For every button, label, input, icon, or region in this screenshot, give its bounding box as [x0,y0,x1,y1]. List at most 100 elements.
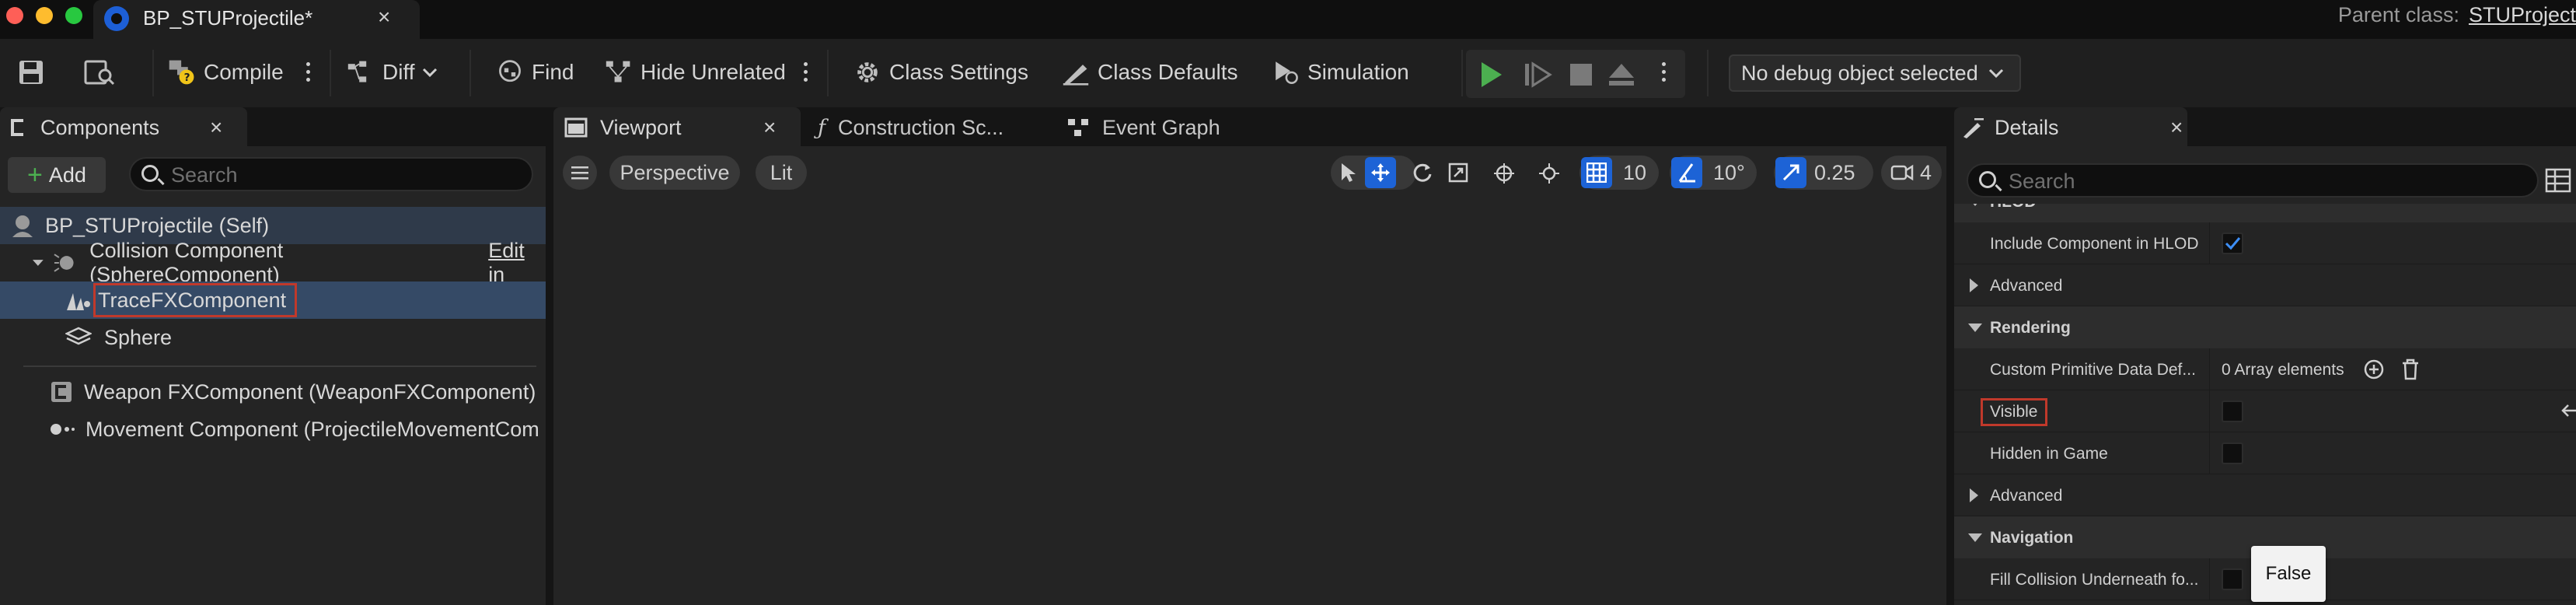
expand-arrow-icon [1970,278,1978,292]
minimize-window-button[interactable] [36,7,53,24]
category-hlod[interactable]: HLOD [1954,204,2576,222]
rotation-snap-control[interactable]: 10° [1670,156,1757,190]
include-hlod-checkbox[interactable] [2222,233,2243,254]
asset-tab-close-icon[interactable]: × [378,5,390,30]
view-options-icon[interactable] [2545,168,2571,193]
play-options-button[interactable] [1662,62,1667,86]
parent-class: Parent class: STUProject [2338,3,2576,27]
array-elements-count: 0 Array elements [2222,361,2344,379]
viewport-close-icon[interactable]: × [763,115,776,140]
add-component-button[interactable]: + Add [8,157,106,193]
viewport-tab-label: Viewport [600,115,682,139]
tab-components[interactable]: Components × [0,107,247,148]
stop-icon[interactable] [1569,62,1593,87]
collapse-arrow-icon [1968,323,1982,332]
add-label: Add [48,163,86,187]
hide-unrelated-button[interactable]: Hide Unrelated [605,53,786,92]
step-icon[interactable] [1522,61,1553,89]
tree-item-sphere[interactable]: Sphere [0,319,546,356]
rotate-icon[interactable] [1412,162,1433,184]
diff-icon [347,61,367,82]
components-close-icon[interactable]: × [210,115,222,140]
category-label: Rendering [1990,319,2071,337]
perspective-button[interactable]: Perspective [609,156,740,190]
static-mesh-icon [65,327,92,345]
class-defaults-label: Class Defaults [1098,60,1238,84]
scale-icon[interactable] [1447,162,1469,184]
tab-event-graph[interactable]: Event Graph [1059,107,1261,148]
components-search-input[interactable]: Search [129,157,533,191]
row-visible: Visible [1954,390,2576,432]
class-settings-button[interactable]: Class Settings [853,53,1028,92]
expand-arrow-icon[interactable] [31,258,45,268]
add-element-icon[interactable] [2363,358,2385,380]
find-button[interactable]: Find [496,53,574,92]
angle-icon [1678,163,1695,183]
tree-item-label: Collision Component (SphereComponent) [89,239,284,286]
category-rendering[interactable]: Rendering [1954,306,2576,348]
asset-tab-title: BP_STUProjectile* [143,6,313,30]
save-icon [19,61,43,84]
maximize-window-button[interactable] [65,7,82,24]
tree-item-movement[interactable]: Movement Component (ProjectileMovementCo… [0,411,546,448]
edit-in-cpp-link[interactable]: Edit in [488,239,546,287]
property-grid: HLOD Include Component in HLOD Advanced … [1954,204,2576,605]
surface-snap-icon[interactable] [1538,162,1561,185]
tree-item-label: BP_STUProjectile (Self) [45,213,270,237]
debug-object-label: No debug object selected [1741,61,1978,85]
trash-icon[interactable] [2400,358,2421,381]
fill-collision-checkbox[interactable] [2222,568,2243,590]
find-icon [499,60,521,82]
tab-viewport[interactable]: Viewport × [553,107,801,148]
chevron-down-icon [422,68,437,78]
property-label: Custom Primitive Data Def... [1990,361,2196,379]
simulation-button[interactable]: Simulation [1272,53,1409,92]
rotation-snap-value: 10° [1713,160,1745,184]
move-tool-button[interactable] [1365,157,1396,188]
visible-highlight [1981,398,2047,426]
asset-tab[interactable]: BP_STUProjectile* × [93,0,420,39]
row-hidden-in-game: Hidden in Game [1954,432,2576,474]
browse-button[interactable] [84,53,115,92]
debug-object-dropdown[interactable]: No debug object selected [1729,54,2021,92]
tab-construction-script[interactable]: ƒ Construction Sc... [810,107,1043,148]
actor-component-icon [51,382,72,402]
play-icon[interactable] [1475,59,1506,90]
grid-snap-toggle[interactable] [1581,157,1612,188]
save-button[interactable] [17,53,45,92]
row-advanced-2[interactable]: Advanced [1954,474,2576,516]
grid-icon [1586,163,1607,183]
details-search-input[interactable]: Search [1967,163,2539,198]
grid-snap-control[interactable]: 10 [1579,156,1659,190]
tab-details[interactable]: Details × [1954,107,2187,148]
gear-icon [857,62,878,82]
world-local-icon[interactable] [1492,162,1516,185]
details-tabbar: Details × [1954,107,2576,148]
scale-snap-control[interactable]: 0.25 [1774,156,1873,190]
row-advanced-1[interactable]: Advanced [1954,264,2576,306]
expand-arrow-icon [1970,488,1978,502]
close-window-button[interactable] [6,7,23,24]
diff-button[interactable]: Diff [347,53,438,92]
lit-button[interactable]: Lit [756,156,807,190]
hide-unrelated-icon [606,61,630,82]
details-close-icon[interactable]: × [2170,115,2183,140]
compile-button[interactable]: ? Compile [168,53,284,92]
tree-item-weaponfx[interactable]: Weapon FXComponent (WeaponFXComponent) [0,373,546,411]
find-options-button[interactable] [804,62,808,86]
parent-class-link[interactable]: STUProject [2469,3,2576,26]
components-panel: Components × + Add Search BP_STUProjecti… [0,107,546,605]
tree-item-collision[interactable]: Collision Component (SphereComponent) Ed… [0,239,546,286]
visible-checkbox[interactable] [2222,400,2243,422]
rotation-snap-toggle[interactable] [1671,157,1702,188]
class-defaults-button[interactable]: Class Defaults [1062,53,1238,92]
viewport-menu-button[interactable] [563,156,597,190]
camera-speed-control[interactable]: 4 [1881,156,1942,190]
hidden-in-game-checkbox[interactable] [2222,442,2243,464]
eject-icon[interactable] [1606,61,1637,89]
tree-item-label: Weapon FXComponent (WeaponFXComponent) [84,379,536,404]
compile-options-button[interactable] [306,62,311,86]
reset-arrow-icon[interactable] [2560,403,2576,418]
scale-snap-toggle[interactable] [1775,157,1806,188]
select-icon[interactable] [1339,162,1359,184]
